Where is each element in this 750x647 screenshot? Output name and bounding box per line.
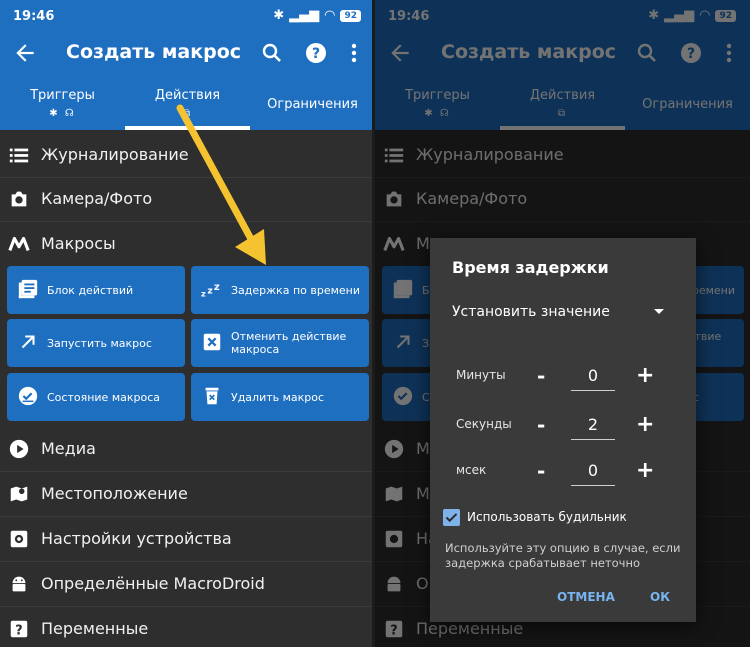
milliseconds-increment-button[interactable]: +: [636, 458, 654, 483]
time-delay-dialog: Время задержки Установить значение Минут…: [430, 238, 696, 622]
annotation-arrow: [176, 104, 266, 265]
minutes-increment-button[interactable]: +: [636, 363, 654, 388]
minutes-input[interactable]: 0: [571, 366, 615, 391]
milliseconds-decrement-button[interactable]: -: [537, 459, 545, 483]
cancel-button[interactable]: ОТМЕНА: [557, 590, 615, 604]
phone-left: 19:46 ✱ ▂▄▆ ◠ 92 Создать макрос ? Тригге…: [0, 0, 375, 647]
dialog-title: Время задержки: [452, 258, 609, 277]
minutes-decrement-button[interactable]: -: [537, 364, 545, 388]
milliseconds-input[interactable]: 0: [571, 461, 615, 486]
dropdown-arrow-icon[interactable]: [654, 309, 664, 314]
minutes-label: Минуты: [456, 368, 506, 382]
dialog-hint: Используйте эту опцию в случае, если зад…: [445, 541, 681, 570]
seconds-label: Секунды: [456, 417, 512, 431]
use-alarm-checkbox[interactable]: [443, 509, 460, 526]
minutes-row: Минуты - 0 +: [430, 360, 696, 406]
mode-select[interactable]: Установить значение: [452, 304, 610, 320]
seconds-increment-button[interactable]: +: [636, 412, 654, 437]
seconds-decrement-button[interactable]: -: [537, 413, 545, 437]
milliseconds-row: мсек - 0 +: [430, 455, 696, 501]
ok-button[interactable]: ОК: [650, 590, 670, 604]
use-alarm-label[interactable]: Использовать будильник: [467, 510, 627, 524]
seconds-row: Секунды - 2 +: [430, 409, 696, 455]
phone-right: 19:46 ✱ ▂▄▆ ◠ 92 Создать макрос ? Тригге…: [375, 0, 750, 647]
milliseconds-label: мсек: [456, 463, 487, 477]
seconds-input[interactable]: 2: [571, 415, 615, 440]
